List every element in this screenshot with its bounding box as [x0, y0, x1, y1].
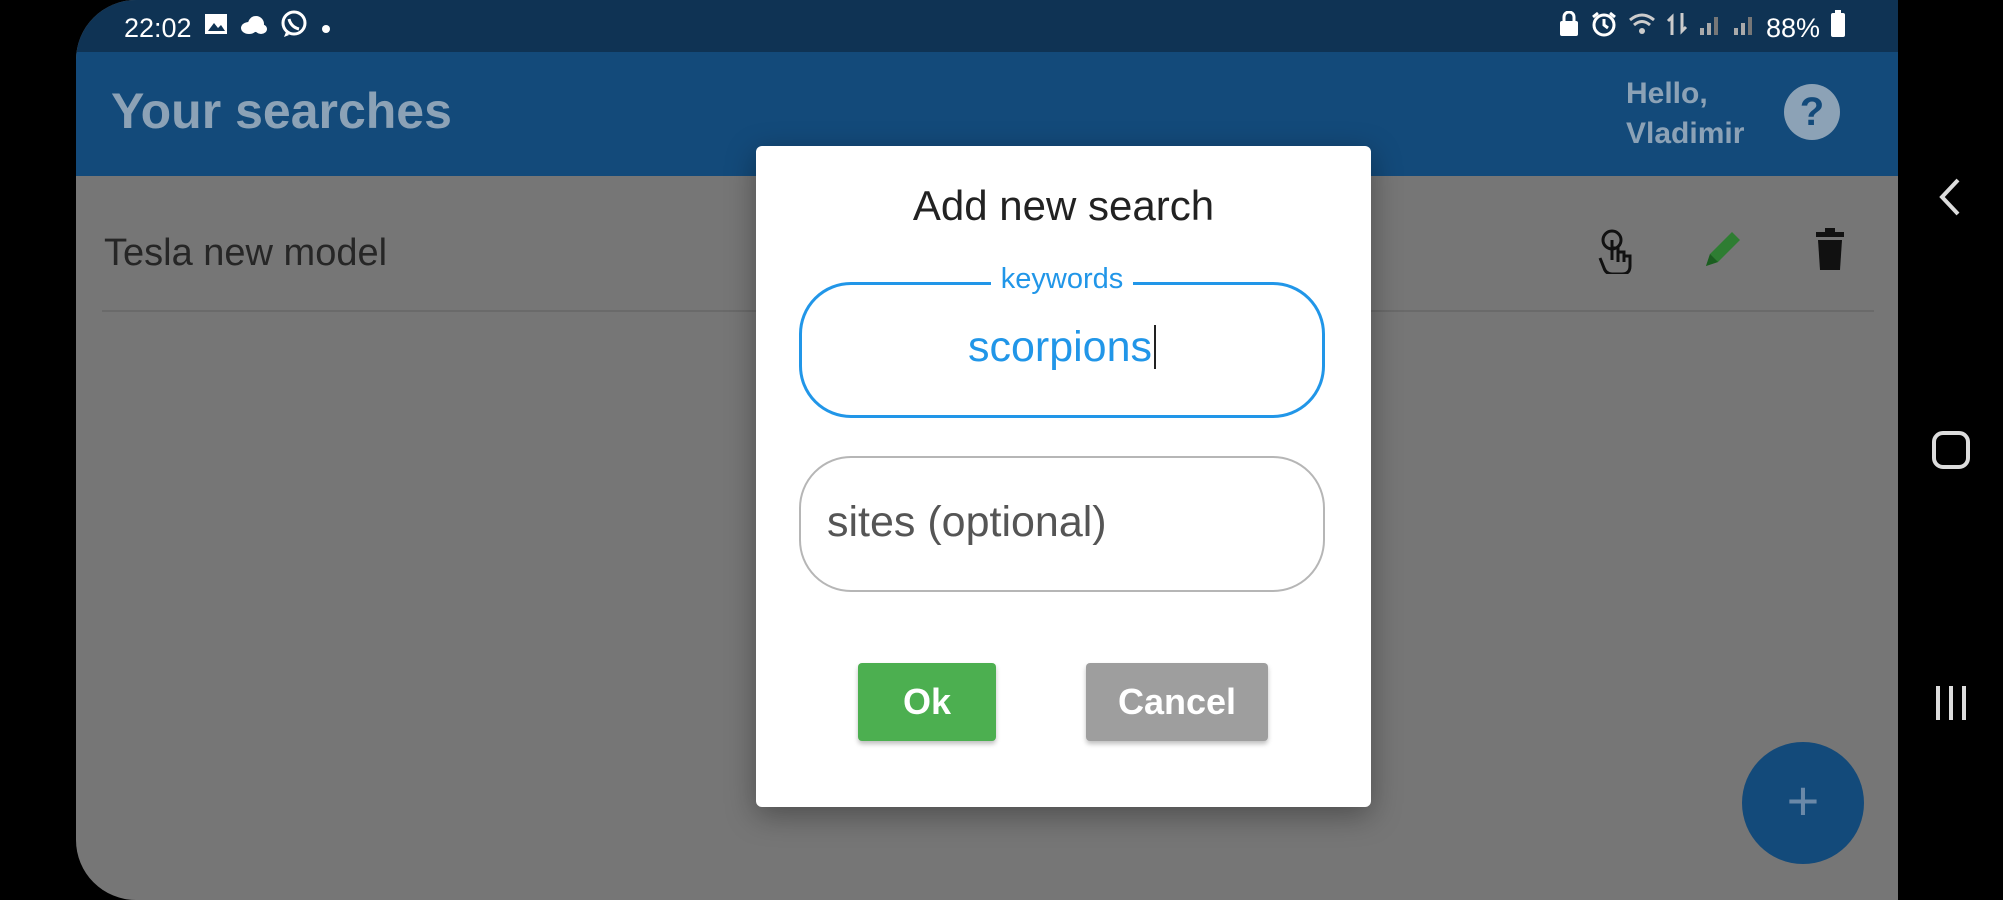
gallery-icon	[204, 13, 228, 43]
battery-icon	[1830, 10, 1846, 46]
recents-icon[interactable]	[1926, 678, 1976, 728]
signal-icon	[1698, 12, 1722, 44]
status-bar: 22:02 88%	[76, 0, 1898, 52]
cancel-button[interactable]: Cancel	[1086, 663, 1268, 741]
viber-icon	[280, 10, 308, 46]
battery-percent: 88%	[1765, 12, 1820, 43]
keywords-label: keywords	[990, 263, 1134, 295]
page-title: Your searches	[111, 83, 452, 139]
wifi-icon	[1628, 12, 1656, 44]
system-nav-bar	[1898, 0, 2003, 900]
add-search-button[interactable]: +	[1742, 742, 1864, 864]
ok-button[interactable]: Ok	[858, 663, 996, 741]
user-greeting: Hello, Vladimir	[1626, 77, 1745, 150]
sites-field[interactable]: sites (optional)	[799, 456, 1325, 592]
dialog-title: Add new search	[912, 182, 1215, 229]
delete-icon[interactable]	[1806, 226, 1854, 274]
edit-icon[interactable]	[1698, 226, 1746, 274]
sites-placeholder: sites (optional)	[827, 498, 1107, 546]
add-search-dialog: Add new search keywords scorpions sites …	[756, 146, 1371, 807]
keywords-field[interactable]: keywords scorpions	[799, 263, 1325, 418]
app-screen: 22:02 88% Your searches Hello, Vladimir …	[76, 0, 1898, 900]
text-cursor	[1154, 325, 1157, 369]
alarm-icon	[1590, 10, 1618, 46]
status-right: 88%	[1558, 10, 1846, 46]
lock-icon	[1558, 10, 1580, 45]
keywords-value: scorpions	[967, 323, 1153, 371]
signal-icon-2	[1732, 12, 1756, 44]
cloud-icon	[240, 13, 268, 43]
tap-icon[interactable]	[1592, 226, 1640, 276]
home-icon[interactable]	[1926, 425, 1976, 475]
search-item-label: Tesla new model	[104, 232, 388, 274]
back-icon[interactable]	[1926, 172, 1976, 222]
data-icon	[1666, 11, 1688, 45]
help-button[interactable]: ?	[1784, 84, 1840, 140]
status-time: 22:02	[124, 12, 192, 43]
status-left: 22:02	[124, 10, 332, 46]
keywords-label-wrap: keywords	[802, 263, 1322, 296]
dot-icon	[320, 13, 332, 43]
keywords-value-wrap: scorpions	[802, 323, 1322, 372]
